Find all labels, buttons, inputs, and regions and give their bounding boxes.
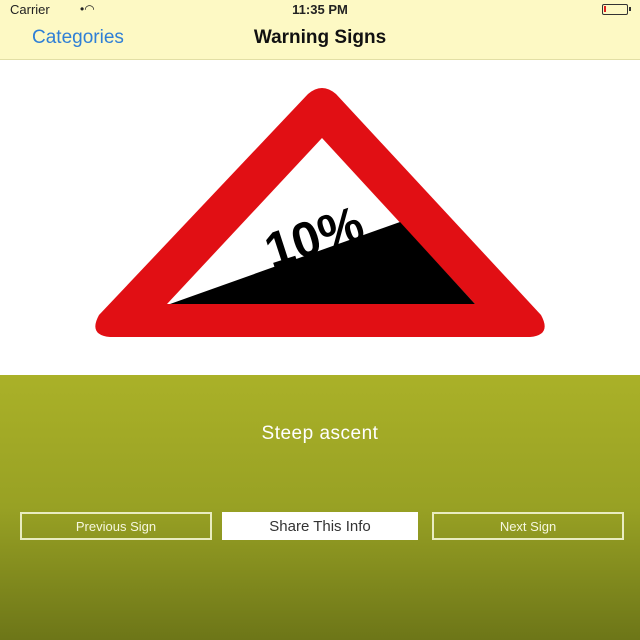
sign-name-label: Steep ascent <box>261 423 379 444</box>
page-title: Warning Signs <box>253 27 387 48</box>
sign-image-area: 10% <box>0 60 640 375</box>
battery-icon <box>602 4 631 15</box>
previous-sign-button[interactable]: Previous Sign <box>20 512 212 540</box>
steep-ascent-warning-sign-icon: 10% <box>95 88 545 337</box>
battery-level <box>604 6 606 12</box>
share-info-button[interactable]: Share This Info <box>222 512 418 540</box>
navigation-bar: Categories Warning Signs <box>0 20 640 60</box>
next-sign-button[interactable]: Next Sign <box>432 512 624 540</box>
status-time: 11:35 PM <box>292 2 348 17</box>
status-bar: Carrier •◠ 11:35 PM <box>0 0 640 20</box>
sign-detail-panel: Steep ascent Previous Sign Share This In… <box>0 375 640 640</box>
